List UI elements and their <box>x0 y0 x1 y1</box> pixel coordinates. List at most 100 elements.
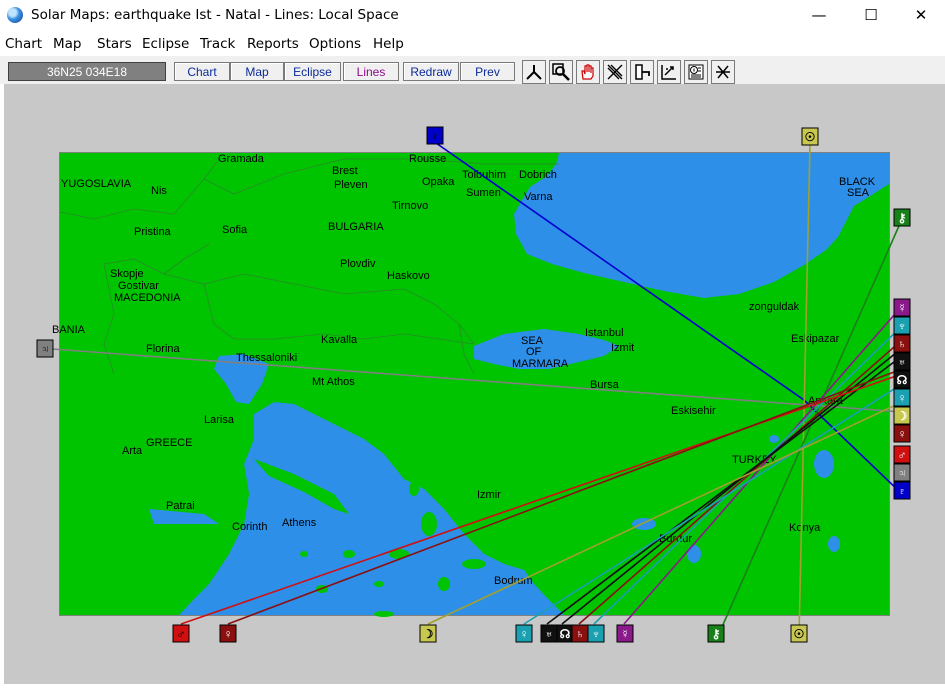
map-label: Thessaloniki <box>236 352 297 364</box>
node-bottom-marker[interactable]: ☊ <box>556 624 574 643</box>
menu-options[interactable]: Options <box>309 36 361 52</box>
jupiter-left-marker[interactable]: ♃ <box>36 339 54 358</box>
maximize-button[interactable]: ☐ <box>848 0 894 30</box>
svg-text:♃: ♃ <box>41 342 50 356</box>
map-label: Brest <box>332 165 358 177</box>
map-label: Tirnovo <box>392 200 428 212</box>
map-canvas-area[interactable]: YUGOSLAVIA Gramada Brest Pleven Rousse T… <box>4 84 945 684</box>
map-label: Izmir <box>477 489 501 501</box>
map-label: Eskisehir <box>671 405 716 417</box>
map-label: Haskovo <box>387 270 430 282</box>
svg-text:♀: ♀ <box>898 391 907 405</box>
crosshair-tool-icon[interactable] <box>711 60 735 84</box>
venus-bottom-marker[interactable]: ♀ <box>515 624 533 643</box>
info-tool-icon[interactable] <box>684 60 708 84</box>
map-label: Florina <box>146 343 181 355</box>
svg-text:♂: ♂ <box>898 448 907 462</box>
pluto-top-marker[interactable]: ♇ <box>426 126 444 145</box>
eclipse-button[interactable]: Eclipse <box>284 62 341 81</box>
chart-button[interactable]: Chart <box>174 62 230 81</box>
pluto-right-marker[interactable]: ♇ <box>893 481 911 500</box>
svg-text:☊: ☊ <box>560 627 571 641</box>
map-label: Sumen <box>466 187 501 199</box>
map-label: Arta <box>122 445 143 457</box>
map-label: Athens <box>282 517 317 529</box>
menu-eclipse[interactable]: Eclipse <box>142 36 189 52</box>
uranus-right-marker[interactable]: ♅ <box>893 352 911 371</box>
menu-track[interactable]: Track <box>200 36 235 52</box>
chiron-bottom-marker[interactable]: ⚷ <box>707 624 725 643</box>
venus2-bottom-marker[interactable]: ♀ <box>219 624 237 643</box>
saturn-right-marker[interactable]: ♄ <box>893 334 911 353</box>
map-label: SEA <box>847 187 870 199</box>
svg-text:♃: ♃ <box>898 466 907 480</box>
menu-map[interactable]: Map <box>53 36 82 52</box>
map-label: Opaka <box>422 176 455 188</box>
compass-tool-icon[interactable] <box>522 60 546 84</box>
menu-reports[interactable]: Reports <box>247 36 299 52</box>
map-label: Eskipazar <box>791 333 840 345</box>
menu-bar: Chart Map Stars Eclipse Track Reports Op… <box>0 33 945 55</box>
map-label: Izmit <box>611 342 634 354</box>
map-label: MACEDONIA <box>114 292 181 304</box>
title-bar: Solar Maps: earthquake Ist - Natal - Lin… <box>0 0 945 32</box>
svg-text:♂: ♂ <box>177 627 186 641</box>
window-title: Solar Maps: earthquake Ist - Natal - Lin… <box>31 7 399 23</box>
map-label: Kavalla <box>321 334 358 346</box>
menu-stars[interactable]: Stars <box>97 36 132 52</box>
venus2-right-marker[interactable]: ♀ <box>893 424 911 443</box>
toolbar: 36N25 034E18 Chart Map Eclipse Lines Red… <box>0 56 945 84</box>
sun-top-marker[interactable]: ☉ <box>801 127 819 146</box>
node-right-marker[interactable]: ☊ <box>893 370 911 389</box>
jupiter-right-marker[interactable]: ♃ <box>893 463 911 482</box>
sun-bottom-marker[interactable]: ☉ <box>790 624 808 643</box>
map-label: Patrai <box>166 500 195 512</box>
svg-text:☊: ☊ <box>897 373 908 387</box>
minimize-button[interactable]: — <box>796 0 842 30</box>
mercury-bottom-marker[interactable]: ☿ <box>616 624 634 643</box>
saturn-bottom-marker[interactable]: ♄ <box>571 624 589 643</box>
svg-text:♄: ♄ <box>898 337 907 351</box>
mars-right-marker[interactable]: ♂ <box>893 445 911 464</box>
svg-text:☉: ☉ <box>805 130 816 144</box>
menu-help[interactable]: Help <box>373 36 404 52</box>
uranus-bottom-marker[interactable]: ♅ <box>540 624 558 643</box>
grid-tool-icon[interactable] <box>657 60 681 84</box>
neptune-bottom-marker[interactable]: ♆ <box>587 624 605 643</box>
prev-button[interactable]: Prev <box>460 62 515 81</box>
map-label: Skopje <box>110 268 144 280</box>
map-label: Rousse <box>409 153 446 165</box>
moon-right-marker[interactable]: ☽ <box>893 406 911 425</box>
redraw-button[interactable]: Redraw <box>403 62 459 81</box>
chiron-right-marker[interactable]: ⚷ <box>893 208 911 227</box>
hand-tool-icon[interactable] <box>576 60 600 84</box>
moon-bottom-marker[interactable]: ☽ <box>419 624 437 643</box>
map-label: Varna <box>524 191 553 203</box>
lines-button[interactable]: Lines <box>343 62 399 81</box>
map-label: Bodrum <box>494 575 533 587</box>
svg-text:⚷: ⚷ <box>712 627 721 641</box>
svg-text:♇: ♇ <box>431 129 440 143</box>
mars-bottom-marker[interactable]: ♂ <box>172 624 190 643</box>
local-space-map[interactable]: YUGOSLAVIA Gramada Brest Pleven Rousse T… <box>4 84 945 684</box>
zoom-tool-icon[interactable] <box>549 60 573 84</box>
svg-text:☿: ☿ <box>898 301 907 315</box>
map-label: Konya <box>789 522 821 534</box>
svg-text:♄: ♄ <box>576 627 585 641</box>
map-label: zonguldak <box>749 301 800 313</box>
map-label: Dobrich <box>519 169 557 181</box>
mercury-right-marker[interactable]: ☿ <box>893 298 911 317</box>
erase-lines-tool-icon[interactable] <box>603 60 627 84</box>
svg-text:♀: ♀ <box>224 627 233 641</box>
venus-right-marker[interactable]: ♀ <box>893 388 911 407</box>
map-button[interactable]: Map <box>230 62 284 81</box>
svg-text:♅: ♅ <box>545 627 554 641</box>
map-label: Istanbul <box>585 327 624 339</box>
neptune-right-marker[interactable]: ♆ <box>893 316 911 335</box>
map-label: OF <box>526 346 542 358</box>
door-tool-icon[interactable] <box>630 60 654 84</box>
map-label: Tolbuhim <box>462 169 506 181</box>
globe-icon <box>7 7 23 23</box>
close-button[interactable]: ✕ <box>898 0 944 30</box>
menu-chart[interactable]: Chart <box>5 36 42 52</box>
